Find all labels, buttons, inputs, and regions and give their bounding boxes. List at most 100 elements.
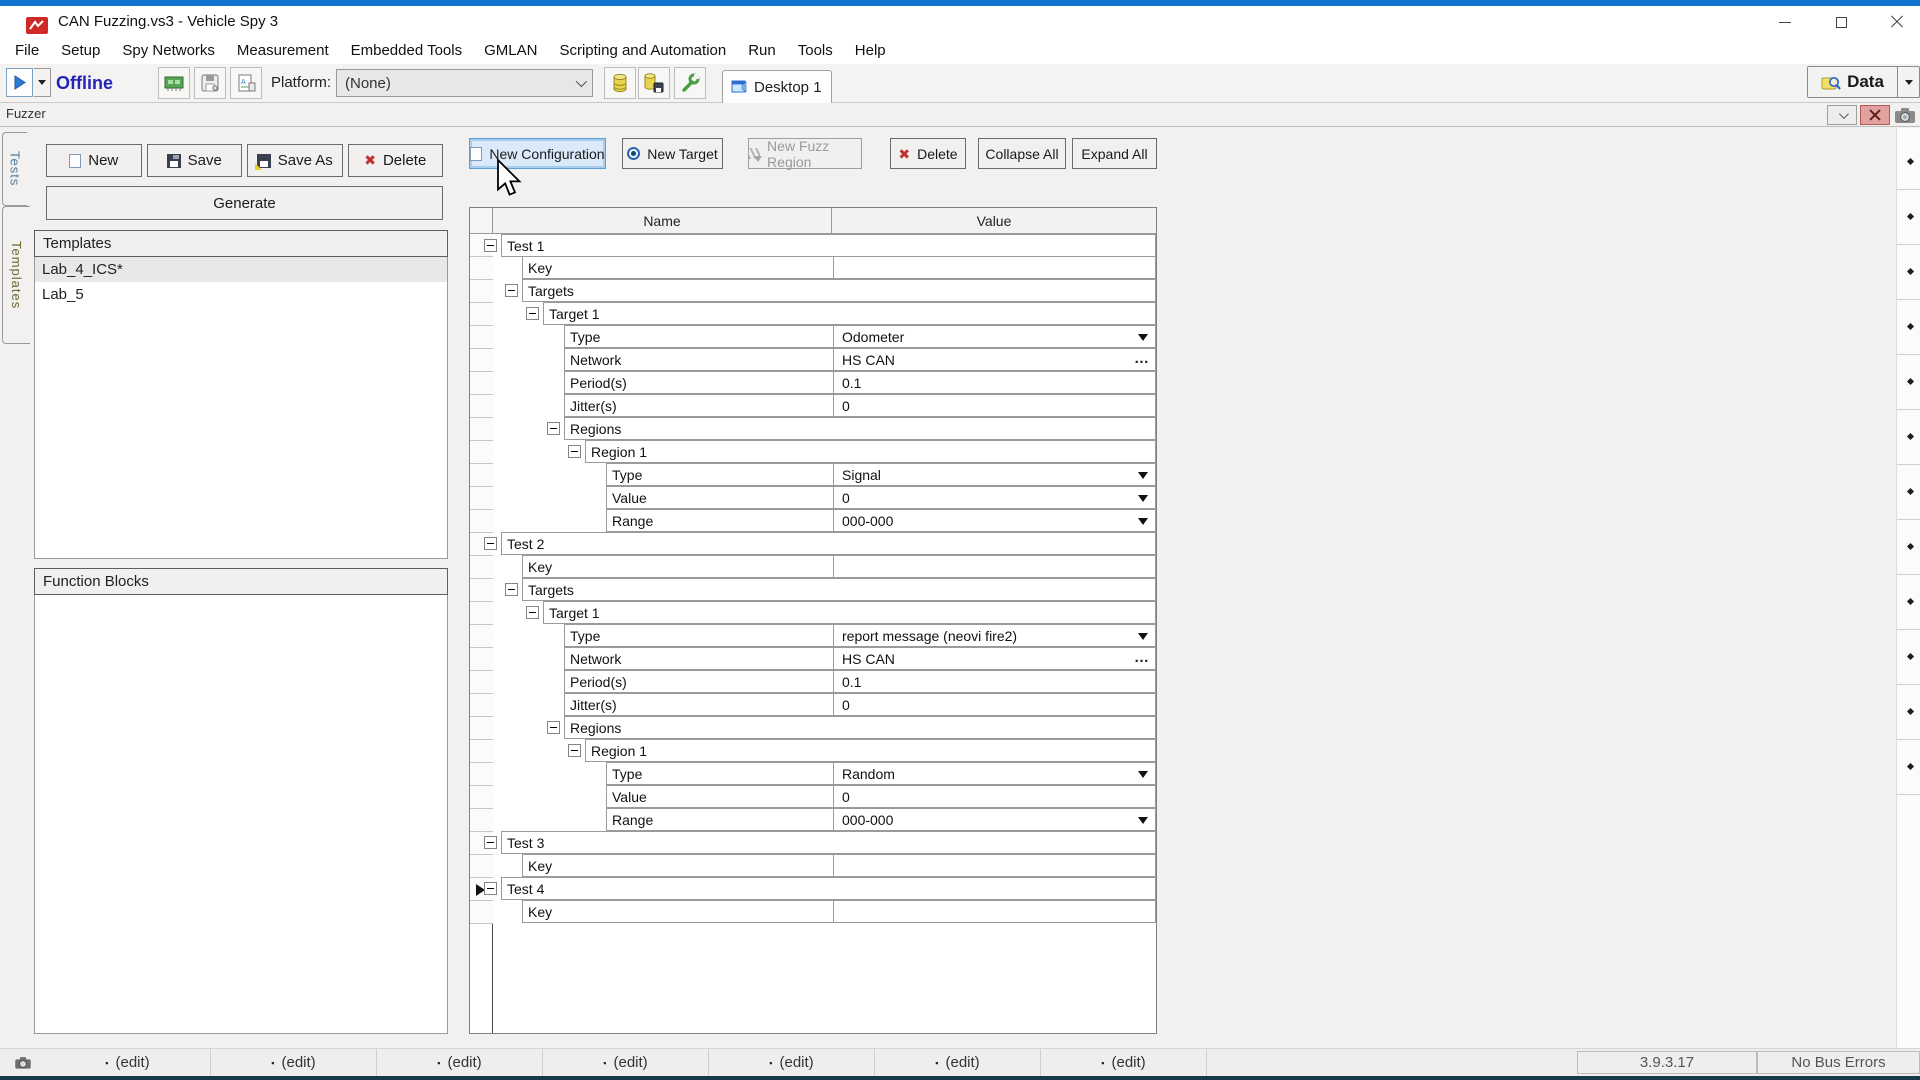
network-hardware-button[interactable] [158, 67, 190, 99]
expand-all-button[interactable]: Expand All [1072, 138, 1157, 169]
collapse-toggle-icon[interactable] [484, 836, 497, 849]
tree-node-regions[interactable]: Regions [564, 417, 1156, 440]
row-gutter-cell[interactable] [470, 441, 493, 464]
dock-marker-cell[interactable] [1897, 190, 1920, 245]
new-button[interactable]: New [46, 144, 142, 177]
tree-value-cell[interactable]: 0 [833, 487, 1155, 508]
collapse-all-button[interactable]: Collapse All [978, 138, 1066, 169]
collapse-toggle-icon[interactable] [526, 606, 539, 619]
tree-value-cell[interactable]: 0.1 [833, 372, 1155, 393]
database-save-button[interactable] [638, 67, 670, 99]
row-gutter-cell[interactable] [470, 395, 493, 418]
panel-close-button[interactable] [1860, 105, 1890, 125]
tree-node-jitter-s[interactable]: Jitter(s)0 [564, 693, 1156, 716]
data-button-dropdown[interactable] [1897, 67, 1919, 97]
menu-item-setup[interactable]: Setup [50, 38, 111, 64]
statusbar-edit-cell[interactable]: (edit) [45, 1049, 211, 1076]
collapse-toggle-icon[interactable] [484, 537, 497, 550]
collapse-toggle-icon[interactable] [505, 583, 518, 596]
menu-item-help[interactable]: Help [844, 38, 897, 64]
row-gutter-cell[interactable] [470, 257, 493, 280]
tree-value-cell[interactable] [833, 257, 1155, 278]
tree-node-period-s[interactable]: Period(s)0.1 [564, 371, 1156, 394]
tree-node-key[interactable]: Key [522, 854, 1156, 877]
save-button[interactable]: Save [147, 144, 243, 177]
tree-value-cell[interactable]: report message (neovi fire2) [833, 625, 1155, 646]
maximize-button[interactable] [1818, 6, 1864, 38]
tree-value-cell[interactable] [833, 556, 1155, 577]
dock-marker-cell[interactable] [1897, 520, 1920, 575]
row-gutter-cell[interactable] [470, 602, 493, 625]
dock-marker-cell[interactable] [1897, 410, 1920, 465]
tree-value-cell[interactable]: 0 [833, 395, 1155, 416]
row-gutter-cell[interactable] [470, 625, 493, 648]
menu-item-scripting-and-automation[interactable]: Scripting and Automation [548, 38, 737, 64]
template-item-lab-5[interactable]: Lab_5 [35, 282, 447, 307]
row-gutter-cell[interactable] [470, 901, 493, 924]
tree-node-jitter-s[interactable]: Jitter(s)0 [564, 394, 1156, 417]
collapse-toggle-icon[interactable] [547, 422, 560, 435]
tree-node-period-s[interactable]: Period(s)0.1 [564, 670, 1156, 693]
row-gutter-cell[interactable] [470, 349, 493, 372]
dock-marker-cell[interactable] [1897, 355, 1920, 410]
template-item-lab-4-ics[interactable]: Lab_4_ICS* [35, 257, 447, 282]
tree-value-cell[interactable]: Random [833, 763, 1155, 784]
row-gutter-cell[interactable] [470, 671, 493, 694]
data-button[interactable]: Data [1807, 66, 1920, 98]
tree-node-range[interactable]: Range000-000 [606, 509, 1156, 532]
tree-node-test-2[interactable]: Test 2 [501, 532, 1156, 555]
collapse-toggle-icon[interactable] [484, 882, 497, 895]
row-gutter-cell[interactable] [470, 855, 493, 878]
dropdown-arrow-icon[interactable] [1138, 495, 1148, 502]
dock-marker-cell[interactable] [1897, 135, 1920, 190]
tree-node-targets[interactable]: Targets [522, 578, 1156, 601]
tree-node-region-1[interactable]: Region 1 [585, 440, 1156, 463]
close-button[interactable] [1874, 6, 1920, 38]
collapse-toggle-icon[interactable] [505, 284, 518, 297]
row-gutter-cell[interactable] [470, 487, 493, 510]
collapse-toggle-icon[interactable] [568, 744, 581, 757]
tree-node-type[interactable]: TypeSignal [606, 463, 1156, 486]
dock-marker-cell[interactable] [1897, 630, 1920, 685]
row-gutter-cell[interactable] [470, 326, 493, 349]
function-blocks-list[interactable] [34, 595, 448, 1034]
sidebar-tab-tests[interactable]: Tests [2, 132, 27, 206]
titlebar[interactable]: CAN Fuzzing.vs3 - Vehicle Spy 3 [0, 6, 1920, 38]
dock-marker-cell[interactable] [1897, 575, 1920, 630]
delete-button[interactable]: Delete [890, 138, 966, 169]
tree-value-cell[interactable]: Signal [833, 464, 1155, 485]
tree-node-value[interactable]: Value0 [606, 486, 1156, 509]
tree-node-targets[interactable]: Targets [522, 279, 1156, 302]
tree-node-type[interactable]: TypeOdometer [564, 325, 1156, 348]
tree-node-type[interactable]: TypeRandom [606, 762, 1156, 785]
sidebar-tab-templates[interactable]: Templates [2, 206, 30, 344]
tree-node-network[interactable]: NetworkHS CAN [564, 647, 1156, 670]
camera-icon[interactable] [1893, 104, 1917, 126]
tree-value-cell[interactable]: 0 [833, 786, 1155, 807]
tree-node-type[interactable]: Typereport message (neovi fire2) [564, 624, 1156, 647]
tree-node-region-1[interactable]: Region 1 [585, 739, 1156, 762]
menu-item-spy-networks[interactable]: Spy Networks [111, 38, 226, 64]
dock-marker-cell[interactable] [1897, 300, 1920, 355]
row-gutter-cell[interactable] [470, 740, 493, 763]
dropdown-arrow-icon[interactable] [1138, 771, 1148, 778]
setup-view-button[interactable]: A [230, 67, 262, 99]
save-setup-button[interactable] [194, 67, 226, 99]
save-as-button[interactable]: Save As [247, 144, 343, 177]
tree-value-cell[interactable]: HS CAN [833, 349, 1155, 370]
menu-item-tools[interactable]: Tools [787, 38, 844, 64]
menu-item-file[interactable]: File [4, 38, 50, 64]
row-gutter-cell[interactable] [470, 418, 493, 441]
tree-value-cell[interactable]: 000-000 [833, 510, 1155, 531]
tools-button[interactable] [674, 67, 706, 99]
statusbar-edit-cell[interactable]: (edit) [211, 1049, 377, 1076]
tree-value-cell[interactable]: Odometer [833, 326, 1155, 347]
tree-value-cell[interactable]: 000-000 [833, 809, 1155, 830]
dock-marker-cell[interactable] [1897, 740, 1920, 795]
delete-button[interactable]: Delete [348, 144, 444, 177]
tree-node-target-1[interactable]: Target 1 [543, 302, 1156, 325]
minimize-button[interactable] [1762, 6, 1808, 38]
row-gutter-cell[interactable] [470, 809, 493, 832]
row-gutter-cell[interactable] [470, 556, 493, 579]
row-gutter-cell[interactable] [470, 579, 493, 602]
